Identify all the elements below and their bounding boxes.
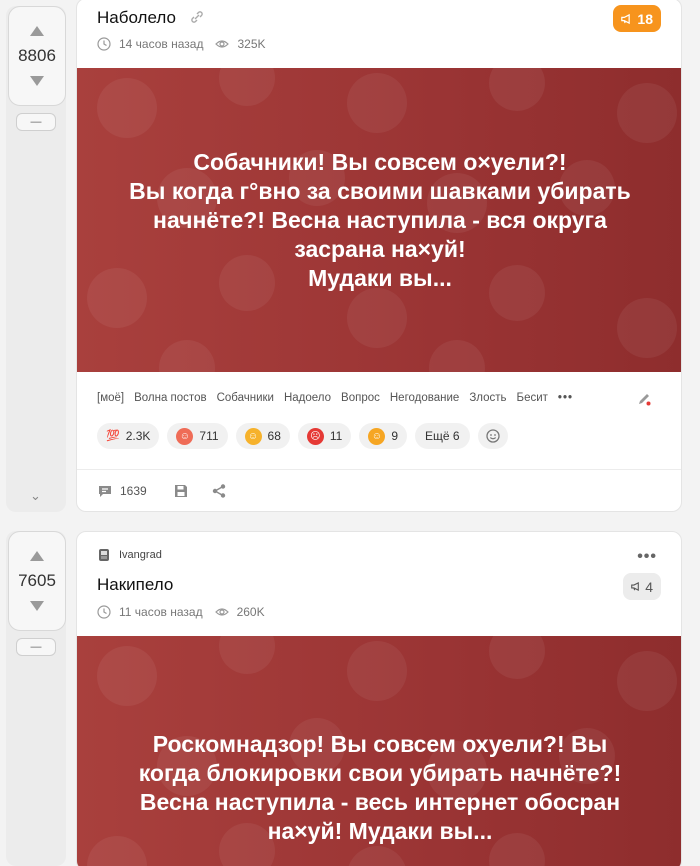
- rating-count: 7605: [18, 571, 56, 590]
- hide-post-button[interactable]: —: [16, 638, 56, 656]
- angry-icon: ☹: [306, 427, 324, 445]
- tag-item[interactable]: Собачники: [217, 392, 274, 404]
- post-views: 260K: [236, 605, 265, 619]
- post-image[interactable]: Роскомнадзор! Вы совсем охуели?! Вы когд…: [77, 636, 681, 866]
- save-icon[interactable]: [173, 483, 189, 499]
- post-views: 325K: [237, 37, 266, 51]
- post-title[interactable]: Наболело: [97, 8, 176, 28]
- eye-icon: [215, 40, 230, 48]
- upvote-icon[interactable]: [30, 26, 44, 36]
- tag-item[interactable]: Бесит: [517, 392, 548, 404]
- author-name[interactable]: Ivangrad: [119, 549, 162, 561]
- megaphone-icon: [631, 581, 639, 592]
- more-options-button[interactable]: •••: [637, 548, 657, 566]
- post-card: Ivangrad ••• Накипело 4 11 часов назад 2…: [76, 531, 682, 866]
- upvote-icon[interactable]: [30, 551, 44, 561]
- link-icon[interactable]: [190, 10, 204, 24]
- tag-item[interactable]: Надоело: [284, 392, 331, 404]
- tag-item[interactable]: Негодование: [390, 392, 459, 404]
- vote-box: 7605: [8, 531, 66, 631]
- laugh-icon: ☺: [244, 427, 262, 445]
- reactions-bar: 💯 2.3K ☺ 711 ☺ 68 ☹ 11 ☺ 9 Ещё 6: [97, 423, 516, 449]
- vote-rail: 7605 —: [6, 531, 66, 866]
- more-reactions-button[interactable]: Ещё 6: [415, 423, 470, 449]
- comments-badge-count: 18: [637, 10, 653, 27]
- reaction-button[interactable]: ☹ 11: [297, 423, 352, 449]
- megaphone-icon: [621, 13, 630, 24]
- yawn-icon: ☺: [368, 427, 386, 445]
- add-reaction-button[interactable]: [477, 423, 508, 449]
- post-meta: 11 часов назад 260K: [97, 605, 265, 619]
- banner-text: Роскомнадзор! Вы совсем охуели?! Вы когд…: [138, 731, 622, 844]
- comments-badge-count: 4: [645, 578, 653, 595]
- post-footer: 1639: [97, 483, 227, 499]
- reaction-button[interactable]: 💯 2.3K: [97, 423, 160, 449]
- comment-icon[interactable]: [97, 483, 113, 499]
- tag-item[interactable]: Вопрос: [341, 392, 380, 404]
- more-tags-button[interactable]: •••: [558, 392, 573, 404]
- hide-post-button[interactable]: —: [16, 113, 56, 131]
- reaction-button[interactable]: ☺ 68: [235, 423, 290, 449]
- reaction-button[interactable]: ☺ 711: [167, 423, 228, 449]
- reaction-count: 68: [267, 429, 281, 443]
- tag-item[interactable]: Волна постов: [134, 392, 206, 404]
- share-icon[interactable]: [211, 483, 227, 499]
- post-time: 14 часов назад: [119, 37, 204, 51]
- comments-count[interactable]: 1639: [120, 484, 147, 498]
- hundred-icon: 💯: [106, 429, 120, 442]
- banner-text: Собачники! Вы совсем о×уели?! Вы когда г…: [129, 148, 631, 291]
- tag-item[interactable]: [моё]: [97, 392, 124, 404]
- reaction-count: 711: [199, 429, 219, 443]
- reaction-count: 9: [391, 429, 399, 443]
- add-emoji-icon: [485, 429, 500, 443]
- post-card: Наболело 18 14 часов назад 325K Собачник…: [76, 0, 682, 512]
- reaction-count: 11: [329, 429, 343, 443]
- vote-rail: 8806 — ⌄: [6, 6, 66, 512]
- eye-icon: [214, 608, 229, 616]
- post-time: 11 часов назад: [119, 605, 203, 619]
- post-image[interactable]: Собачники! Вы совсем о×уели?! Вы когда г…: [77, 68, 681, 372]
- downvote-icon[interactable]: [30, 76, 44, 86]
- comments-badge[interactable]: 4: [623, 573, 661, 600]
- post-meta: 14 часов назад 325K: [97, 37, 266, 51]
- comments-badge[interactable]: 18: [613, 5, 661, 32]
- reaction-button[interactable]: ☺ 9: [359, 423, 408, 449]
- tag-list: [моё] Волна постов Собачники Надоело Воп…: [97, 392, 583, 404]
- pen-icon[interactable]: [637, 392, 651, 406]
- clown-icon: ☺: [176, 427, 194, 445]
- vote-box: 8806: [8, 6, 66, 106]
- collapse-chevron-icon[interactable]: ⌄: [30, 488, 41, 504]
- post-title[interactable]: Накипело: [97, 575, 173, 595]
- divider: [77, 469, 681, 470]
- rating-count: 8806: [18, 46, 56, 65]
- author[interactable]: Ivangrad: [97, 548, 162, 562]
- clock-icon: [97, 37, 111, 51]
- reaction-count: 2.3K: [125, 429, 151, 443]
- downvote-icon[interactable]: [30, 601, 44, 611]
- clock-icon: [97, 605, 111, 619]
- tag-item[interactable]: Злость: [469, 392, 506, 404]
- avatar[interactable]: [97, 548, 111, 562]
